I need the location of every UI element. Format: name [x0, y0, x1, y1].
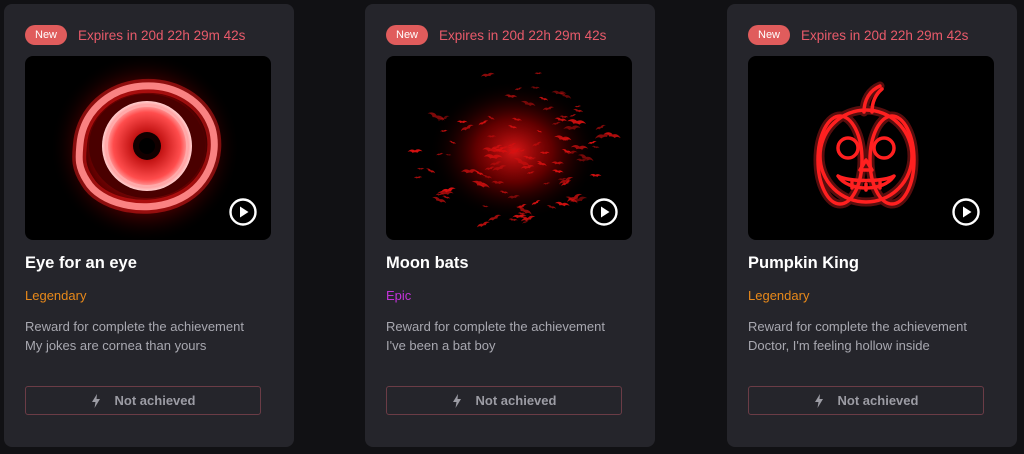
description-line: Reward for complete the achievement: [748, 319, 967, 334]
new-badge: New: [748, 25, 791, 45]
reward-preview[interactable]: [386, 56, 632, 240]
reward-preview[interactable]: [25, 56, 271, 240]
expiry-timer: Expires in 20d 22h 29m 42s: [78, 27, 246, 43]
reward-description: Reward for complete the achievement Doct…: [748, 317, 998, 355]
reward-card: New Expires in 20d 22h 29m 42s: [4, 4, 294, 447]
bat-shape: [534, 72, 543, 75]
reward-description: Reward for complete the achievement My j…: [25, 317, 275, 355]
bat-shape: [416, 167, 425, 170]
card-header: New Expires in 20d 22h 29m 42s: [25, 25, 245, 45]
lightning-icon: [814, 393, 823, 408]
reward-preview[interactable]: [748, 56, 994, 240]
play-icon[interactable]: [229, 198, 257, 226]
play-icon[interactable]: [590, 198, 618, 226]
achievement-name: My jokes are cornea than yours: [25, 338, 207, 353]
bat-shape: [413, 176, 423, 179]
button-label: Not achieved: [475, 393, 557, 408]
expiry-timer: Expires in 20d 22h 29m 42s: [439, 27, 607, 43]
reward-title: Pumpkin King: [748, 254, 859, 272]
play-icon[interactable]: [952, 198, 980, 226]
bat-shape: [480, 72, 495, 77]
description-line: Reward for complete the achievement: [25, 319, 244, 334]
rarity-label: Legendary: [748, 288, 810, 303]
not-achieved-button[interactable]: Not achieved: [386, 386, 622, 415]
bat-shape: [476, 221, 490, 228]
card-header: New Expires in 20d 22h 29m 42s: [386, 25, 606, 45]
reward-description: Reward for complete the achievement I've…: [386, 317, 636, 355]
achievement-name: Doctor, I'm feeling hollow inside: [748, 338, 930, 353]
lightning-icon: [91, 393, 100, 408]
rarity-label: Legendary: [25, 288, 87, 303]
achievement-name: I've been a bat boy: [386, 338, 496, 353]
bat-shape: [595, 124, 606, 131]
button-label: Not achieved: [837, 393, 919, 408]
reward-card: New Expires in 20d 22h 29m 42s: [727, 4, 1017, 447]
reward-title: Moon bats: [386, 254, 469, 272]
lightning-icon: [452, 393, 461, 408]
reward-title: Eye for an eye: [25, 254, 137, 272]
description-line: Reward for complete the achievement: [386, 319, 605, 334]
new-badge: New: [386, 25, 429, 45]
not-achieved-button[interactable]: Not achieved: [25, 386, 261, 415]
button-label: Not achieved: [114, 393, 196, 408]
bat-shape: [407, 149, 423, 153]
expiry-timer: Expires in 20d 22h 29m 42s: [801, 27, 969, 43]
reward-card: New Expires in 20d 22h 29m 42s Moon bats…: [365, 4, 655, 447]
new-badge: New: [25, 25, 68, 45]
not-achieved-button[interactable]: Not achieved: [748, 386, 984, 415]
rarity-label: Epic: [386, 288, 412, 303]
achievement-reward-grid: New Expires in 20d 22h 29m 42s Eye for a…: [0, 0, 1024, 454]
card-header: New Expires in 20d 22h 29m 42s: [748, 25, 968, 45]
